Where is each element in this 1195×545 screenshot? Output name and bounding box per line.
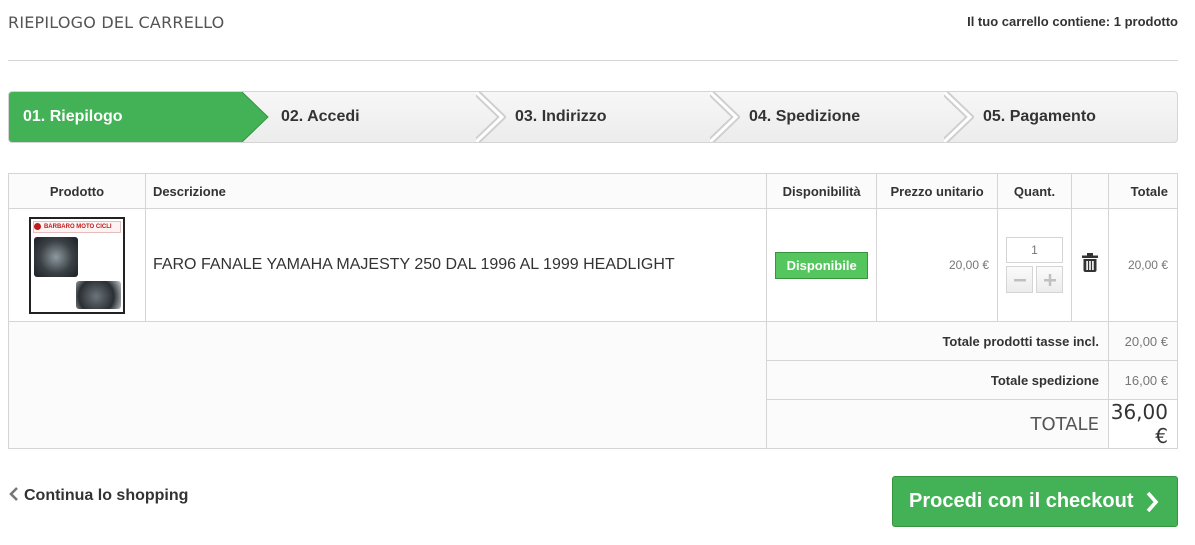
column-header-delete: [1071, 173, 1109, 209]
page-title: RIEPILOGO DEL CARRELLO: [8, 13, 225, 32]
products-total-value: 20,00 €: [1107, 321, 1179, 361]
quantity-cell: 1: [997, 208, 1072, 322]
column-header-availability: Disponibilità: [766, 173, 878, 209]
totals-spacer: [7, 321, 768, 449]
product-image-cell: BARBARO MOTO CICLI: [8, 208, 146, 322]
table-header-row: Prodotto Descrizione Disponibilità Prezz…: [8, 173, 1179, 209]
plus-icon: [1043, 274, 1056, 286]
checkout-button[interactable]: Procedi con il checkout: [892, 476, 1178, 527]
products-total-row: Totale prodotti tasse incl. 20,00 €: [7, 321, 1179, 449]
column-header-total: Totale: [1107, 173, 1179, 209]
delete-cell: [1071, 208, 1109, 322]
minus-icon: [1013, 279, 1026, 282]
step-pagamento[interactable]: 05. Pagamento: [945, 92, 1177, 142]
availability-cell: Disponibile: [766, 208, 878, 322]
product-description[interactable]: FARO FANALE YAMAHA MAJESTY 250 DAL 1996 …: [144, 208, 768, 322]
step-spedizione[interactable]: 04. Spedizione: [711, 92, 945, 142]
step-label: 04. Spedizione: [749, 108, 861, 125]
column-header-unit-price: Prezzo unitario: [876, 173, 999, 209]
product-thumbnail-brand: BARBARO MOTO CICLI: [32, 220, 121, 233]
grand-total-value: 36,00 €: [1107, 399, 1179, 449]
column-header-quantity: Quant.: [997, 173, 1072, 209]
continue-shopping-link[interactable]: Continua lo shopping: [9, 487, 188, 505]
headlight-front-photo: [33, 236, 78, 277]
grand-total-label: TOTALE: [766, 399, 1109, 449]
step-label: 01. Riepilogo: [23, 108, 123, 125]
brand-logo-icon: [33, 222, 41, 230]
step-label: 03. Indirizzo: [515, 108, 607, 125]
chevron-right-icon: [1146, 491, 1159, 513]
cart-table: Prodotto Descrizione Disponibilità Prezz…: [7, 173, 1179, 449]
quantity-input[interactable]: 1: [1006, 237, 1064, 263]
headlight-back-photo: [75, 280, 121, 309]
product-thumbnail[interactable]: BARBARO MOTO CICLI: [28, 216, 125, 314]
products-total-label: Totale prodotti tasse incl.: [766, 321, 1109, 361]
column-header-product: Prodotto: [8, 173, 146, 209]
cart-product-count: Il tuo carrello contiene: 1 prodotto: [967, 14, 1178, 29]
chevron-left-icon: [9, 487, 18, 501]
table-row: BARBARO MOTO CICLI FARO FANALE YAMAHA MA…: [8, 208, 1179, 322]
checkout-steps: 01. Riepilogo 02. Accedi 03. Indirizzo 0…: [8, 91, 1178, 143]
quantity-stepper: [1006, 266, 1064, 293]
step-riepilogo: 01. Riepilogo: [9, 92, 269, 142]
shipping-total-value: 16,00 €: [1107, 360, 1179, 400]
availability-badge: Disponibile: [775, 251, 869, 279]
column-header-description: Descrizione: [144, 173, 768, 209]
row-total: 20,00 €: [1107, 208, 1179, 322]
checkout-button-label: Procedi con il checkout: [909, 490, 1134, 512]
step-label: 02. Accedi: [281, 108, 360, 125]
continue-shopping-label: Continua lo shopping: [24, 487, 189, 504]
quantity-decrease-button[interactable]: [1006, 266, 1034, 293]
step-accedi[interactable]: 02. Accedi: [243, 92, 477, 142]
trash-icon[interactable]: [1081, 253, 1098, 272]
unit-price: 20,00 €: [876, 208, 999, 322]
quantity-increase-button[interactable]: [1036, 266, 1064, 293]
step-indirizzo[interactable]: 03. Indirizzo: [477, 92, 711, 142]
page-heading: RIEPILOGO DEL CARRELLO Il tuo carrello c…: [8, 0, 1178, 61]
step-label: 05. Pagamento: [983, 108, 1096, 125]
shipping-total-label: Totale spedizione: [766, 360, 1109, 400]
